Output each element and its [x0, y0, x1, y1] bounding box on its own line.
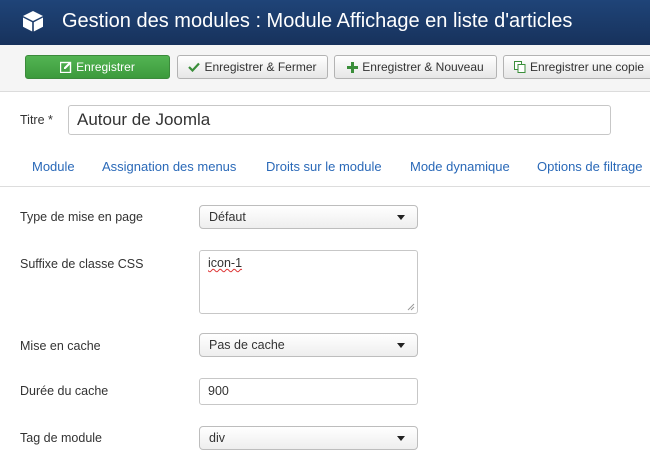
save-button[interactable]: Enregistrer — [25, 55, 170, 79]
save-copy-button[interactable]: Enregistrer une copie — [503, 55, 650, 79]
css-suffix-label: Suffixe de classe CSS — [20, 257, 144, 271]
tab-dynamic-mode[interactable]: Mode dynamique — [410, 159, 510, 174]
caret-down-icon — [397, 215, 405, 220]
tab-permissions[interactable]: Droits sur le module — [266, 159, 382, 174]
edit-icon — [60, 61, 72, 73]
module-tag-select[interactable]: div — [199, 426, 418, 450]
layout-label: Type de mise en page — [20, 210, 143, 224]
cache-time-input[interactable]: 900 — [199, 378, 418, 405]
caret-down-icon — [397, 343, 405, 348]
caret-down-icon — [397, 436, 405, 441]
css-suffix-value: icon-1 — [208, 256, 243, 270]
layout-select[interactable]: Défaut — [199, 205, 418, 229]
tab-bar: Module Assignation des menus Droits sur … — [0, 150, 650, 187]
save-copy-button-label: Enregistrer une copie — [530, 60, 645, 74]
caching-label: Mise en cache — [20, 339, 101, 353]
css-suffix-textarea[interactable]: icon-1 — [199, 250, 418, 314]
module-tag-select-value: div — [209, 431, 225, 445]
page-header: Gestion des modules : Module Affichage e… — [0, 0, 650, 45]
save-new-button-label: Enregistrer & Nouveau — [362, 60, 484, 74]
caching-select-value: Pas de cache — [209, 338, 285, 352]
title-label: Titre * — [20, 113, 53, 127]
resize-grip-icon[interactable] — [407, 303, 415, 311]
page-title: Gestion des modules : Module Affichage e… — [62, 10, 573, 32]
cube-icon — [23, 11, 43, 32]
tab-menu-assignment[interactable]: Assignation des menus — [102, 159, 236, 174]
copy-icon — [514, 61, 526, 73]
layout-select-value: Défaut — [209, 210, 246, 224]
tab-module[interactable]: Module — [32, 159, 75, 174]
caching-select[interactable]: Pas de cache — [199, 333, 418, 357]
title-input[interactable]: Autour de Joomla — [68, 105, 611, 135]
save-close-button-label: Enregistrer & Fermer — [204, 60, 317, 74]
plus-icon — [347, 61, 359, 73]
cache-time-label: Durée du cache — [20, 384, 109, 398]
save-new-button[interactable]: Enregistrer & Nouveau — [334, 55, 497, 79]
module-tag-label: Tag de module — [20, 431, 103, 445]
check-icon — [188, 62, 201, 72]
save-close-button[interactable]: Enregistrer & Fermer — [177, 55, 328, 79]
toolbar: Enregistrer Enregistrer & Fermer Enregis… — [0, 45, 650, 92]
tab-filter-options[interactable]: Options de filtrage — [537, 159, 643, 174]
save-button-label: Enregistrer — [76, 60, 135, 74]
